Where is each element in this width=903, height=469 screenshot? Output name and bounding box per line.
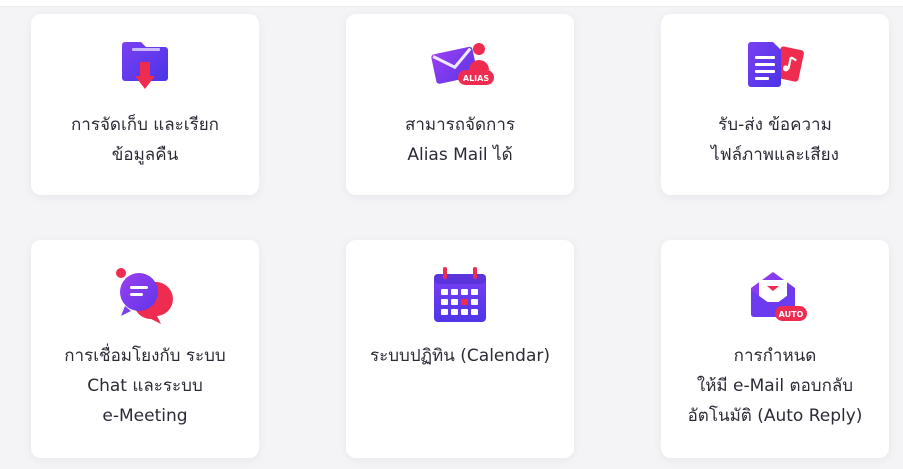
feature-label-line: e-Meeting bbox=[102, 406, 188, 426]
feature-card-calendar: ระบบปฏิทิน (Calendar) bbox=[346, 240, 574, 458]
folder-download-icon bbox=[107, 36, 183, 102]
feature-label-line: Chat และระบบ bbox=[87, 376, 203, 396]
feature-label-line: การจัดเก็บ และเรียก bbox=[71, 115, 219, 135]
top-divider bbox=[0, 0, 903, 7]
feature-label-line: สามารถจัดการ bbox=[404, 115, 516, 135]
feature-label-line: Alias Mail ได้ bbox=[407, 145, 513, 165]
feature-label-line: ระบบปฏิทิน (Calendar) bbox=[370, 346, 550, 366]
calendar-icon bbox=[422, 264, 498, 330]
feature-label-line: ไฟล์ภาพและเสียง bbox=[711, 145, 839, 165]
feature-label-line: ข้อมูลคืน bbox=[111, 145, 179, 165]
auto-badge-text: AUTO bbox=[779, 310, 804, 319]
feature-label-line: อัตโนมัติ (Auto Reply) bbox=[687, 406, 863, 426]
feature-label-line: รับ-ส่ง ข้อความ bbox=[718, 115, 832, 135]
feature-label-line: ให้มี e-Mail ตอบกลับ bbox=[696, 376, 854, 396]
chat-bubbles-icon bbox=[107, 264, 183, 330]
feature-card-media: รับ-ส่ง ข้อความ ไฟล์ภาพและเสียง bbox=[661, 14, 889, 195]
document-music-icon bbox=[737, 36, 813, 102]
feature-label-line: การกำหนด bbox=[733, 346, 817, 366]
alias-mail-icon: ALIAS bbox=[422, 36, 498, 102]
auto-reply-mail-icon: AUTO bbox=[737, 264, 813, 330]
alias-badge-text: ALIAS bbox=[463, 74, 489, 83]
feature-card-archive: การจัดเก็บ และเรียก ข้อมูลคืน bbox=[31, 14, 259, 195]
feature-label-line: การเชื่อมโยงกับ ระบบ bbox=[64, 346, 226, 366]
feature-card-chat: การเชื่อมโยงกับ ระบบ Chat และระบบ e-Meet… bbox=[31, 240, 259, 458]
feature-card-autoreply: AUTO การกำหนด ให้มี e-Mail ตอบกลับ อัตโน… bbox=[661, 240, 889, 458]
feature-card-alias: ALIAS สามารถจัดการ Alias Mail ได้ bbox=[346, 14, 574, 195]
